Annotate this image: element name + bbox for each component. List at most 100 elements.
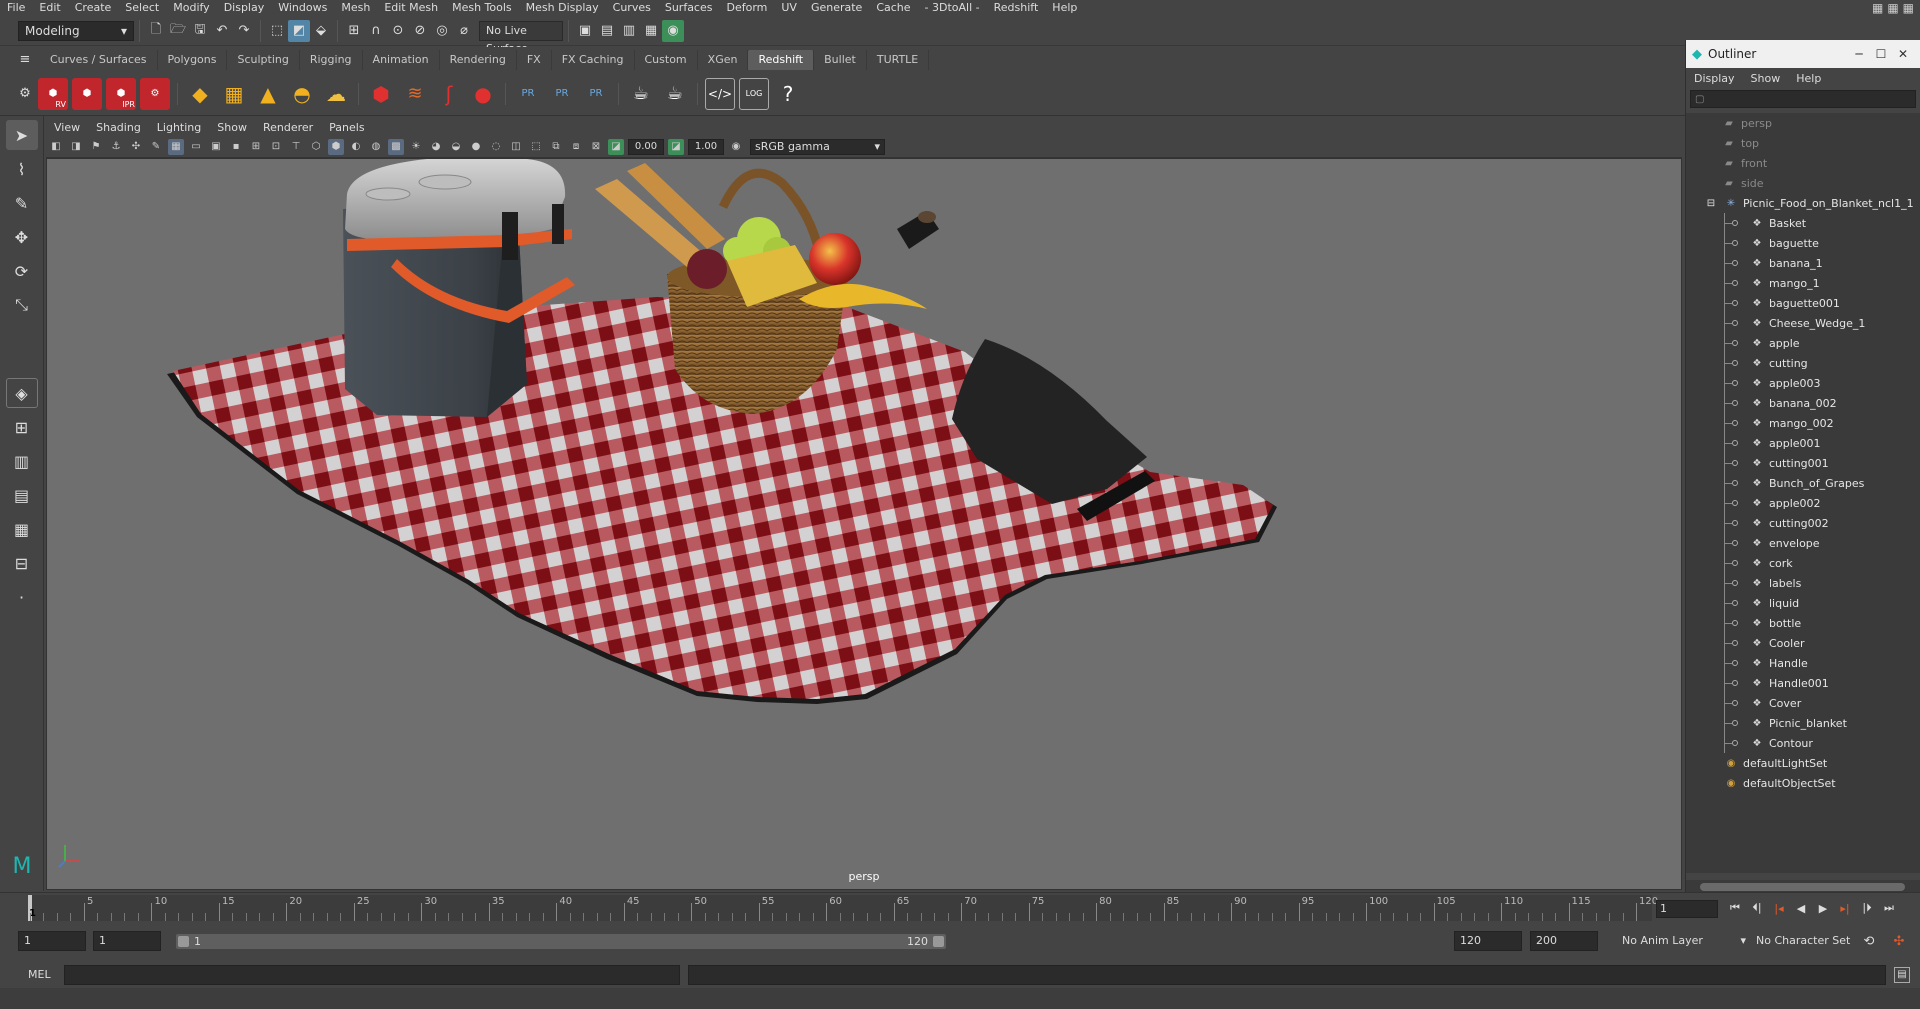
film-gate-icon[interactable]: ▭ — [188, 139, 204, 155]
select-hierarchy-icon[interactable]: ⬚ — [266, 20, 288, 42]
play-forward-icon[interactable]: ▶ — [1814, 899, 1832, 917]
expand-dot-icon[interactable] — [1732, 380, 1738, 386]
current-frame-field[interactable]: 1 — [1656, 900, 1718, 918]
outliner-filter-field[interactable]: ▢ — [1690, 90, 1916, 108]
expand-dot-icon[interactable] — [1732, 620, 1738, 626]
expand-dot-icon[interactable] — [1732, 220, 1738, 226]
depth-of-field-icon[interactable]: ◫ — [508, 139, 524, 155]
default-lighting-icon[interactable]: ◐ — [348, 139, 364, 155]
outliner-persp-layout-icon[interactable]: ▤ — [6, 480, 38, 510]
expand-dot-icon[interactable] — [1732, 580, 1738, 586]
expand-dot-icon[interactable] — [1732, 720, 1738, 726]
outliner-mesh-item[interactable]: ❖ Basket — [1686, 213, 1920, 233]
expand-dot-icon[interactable] — [1732, 400, 1738, 406]
outliner-mesh-item[interactable]: ❖ Cheese_Wedge_1 — [1686, 313, 1920, 333]
tab-rendering[interactable]: Rendering — [440, 49, 517, 70]
proxy-export-icon[interactable]: PR — [513, 78, 543, 110]
playback-start-field[interactable]: 1 — [93, 931, 161, 951]
exposure-field[interactable]: 0.00 — [628, 138, 664, 155]
outliner-mesh-item[interactable]: ❖ mango_1 — [1686, 273, 1920, 293]
exposure-icon[interactable]: ◪ — [608, 138, 624, 155]
menu-windows[interactable]: Windows — [271, 0, 334, 16]
more-layouts-icon[interactable]: · — [6, 582, 38, 612]
animation-start-field[interactable]: 1 — [18, 931, 86, 951]
visibility-properties-icon[interactable]: ☕ — [660, 78, 690, 110]
tab-turtle[interactable]: TURTLE — [867, 49, 930, 70]
object-properties-icon[interactable]: ☕ — [626, 78, 656, 110]
close-icon[interactable]: ✕ — [1892, 47, 1914, 61]
proxy-icon[interactable]: ʃ — [434, 78, 464, 110]
safe-action-icon[interactable]: ⊡ — [268, 139, 284, 155]
proxy-sync-icon[interactable]: PR — [581, 78, 611, 110]
outliner-mesh-item[interactable]: ❖ cutting — [1686, 353, 1920, 373]
tab-bullet[interactable]: Bullet — [814, 49, 867, 70]
outliner-mesh-item[interactable]: ❖ baguette — [1686, 233, 1920, 253]
redshift-render-settings-icon[interactable]: ⚙ — [140, 77, 170, 110]
menu-mesh[interactable]: Mesh — [334, 0, 377, 16]
render-settings-icon[interactable]: ▥ — [618, 20, 640, 42]
viewport-menu-show[interactable]: Show — [209, 121, 255, 134]
tab-custom[interactable]: Custom — [635, 49, 698, 70]
select-tool-icon[interactable]: ➤ — [5, 120, 38, 150]
tab-sculpting[interactable]: Sculpting — [227, 49, 300, 70]
redshift-render-sequence-icon[interactable]: ⬢ — [72, 77, 102, 110]
snap-grid-icon[interactable]: ⊞ — [343, 20, 365, 42]
range-start-handle[interactable] — [178, 936, 189, 947]
four-pane-layout-icon[interactable]: ⊞ — [6, 412, 38, 442]
x-ray-icon[interactable]: ⧉ — [548, 139, 564, 155]
resolution-gate-icon[interactable]: ▣ — [208, 139, 224, 155]
isolate-select-icon[interactable]: ⬚ — [528, 139, 544, 155]
ies-light-icon[interactable]: ▲ — [253, 78, 283, 110]
channel-box-icon[interactable]: ▦ — [1903, 1, 1914, 15]
layout-icon[interactable]: ▦ — [1887, 1, 1898, 15]
command-language-toggle[interactable]: MEL — [28, 968, 51, 981]
tab-fx[interactable]: FX — [517, 49, 552, 70]
sun-sky-icon[interactable]: ☁ — [321, 78, 351, 110]
new-scene-icon[interactable]: 🗋 — [145, 20, 167, 42]
menu-create[interactable]: Create — [68, 0, 119, 16]
outliner-mesh-item[interactable]: ❖ Handle — [1686, 653, 1920, 673]
menu-edit[interactable]: Edit — [32, 0, 67, 16]
outliner-mesh-item[interactable]: ❖ baguette001 — [1686, 293, 1920, 313]
hypershade-icon[interactable]: ▦ — [640, 20, 662, 42]
outliner-camera-item[interactable]: ▰ side — [1686, 173, 1920, 193]
menu-file[interactable]: File — [0, 0, 32, 16]
menu-display[interactable]: Display — [217, 0, 272, 16]
redshift-render-view-shelf-icon[interactable]: RV ⬢ — [38, 77, 68, 110]
time-ruler[interactable]: 1 5 10 15 20 25 30 35 40 45 50 55 60 65 70 75 80 85 90 95 1… — [28, 895, 1658, 921]
menu-redshift[interactable]: Redshift — [987, 0, 1046, 16]
expand-dot-icon[interactable] — [1732, 600, 1738, 606]
outliner-mesh-item[interactable]: ❖ Cooler — [1686, 633, 1920, 653]
grid-icon[interactable]: ▦ — [168, 138, 184, 155]
menu-3dtoall[interactable]: - 3DtoAll - — [918, 0, 987, 16]
outliner-mesh-item[interactable]: ❖ apple002 — [1686, 493, 1920, 513]
gate-mask-icon[interactable]: ▪ — [228, 139, 244, 155]
open-scene-icon[interactable]: 🗁 — [167, 20, 189, 42]
outliner-mesh-item[interactable]: ❖ liquid — [1686, 593, 1920, 613]
command-input[interactable] — [64, 965, 680, 985]
proxy-import-icon[interactable]: PR — [547, 78, 577, 110]
graph-layout-icon[interactable]: ▦ — [6, 514, 38, 544]
animation-end-field[interactable]: 200 — [1530, 931, 1598, 951]
expand-dot-icon[interactable] — [1732, 480, 1738, 486]
make-live-icon[interactable]: ⌀ — [453, 20, 475, 42]
viewport-menu-view[interactable]: View — [46, 121, 88, 134]
snap-surface-icon[interactable]: ◎ — [431, 20, 453, 42]
volume-icon[interactable]: ⬢ — [366, 78, 396, 110]
outliner-mesh-item[interactable]: ❖ mango_002 — [1686, 413, 1920, 433]
expand-dot-icon[interactable] — [1732, 420, 1738, 426]
image-plane-icon[interactable]: ⚓ — [108, 139, 124, 155]
material-ball-icon[interactable]: ● — [468, 78, 498, 110]
wireframe-icon[interactable]: ⬡ — [308, 139, 324, 155]
workspace-select[interactable]: Modeling ▾ — [18, 20, 134, 41]
tab-fx-caching[interactable]: FX Caching — [552, 49, 635, 70]
script-editor-icon[interactable]: ▤ — [1894, 967, 1910, 983]
dome-light-icon[interactable]: ◓ — [287, 78, 317, 110]
maximize-icon[interactable]: ☐ — [1870, 47, 1892, 61]
outliner-mesh-item[interactable]: ❖ Contour — [1686, 733, 1920, 753]
outliner-mesh-item[interactable]: ❖ cutting001 — [1686, 453, 1920, 473]
hypershade-layout-icon[interactable]: ⊟ — [6, 548, 38, 578]
expand-dot-icon[interactable] — [1732, 460, 1738, 466]
menu-generate[interactable]: Generate — [804, 0, 869, 16]
outliner-mesh-item[interactable]: ❖ Handle001 — [1686, 673, 1920, 693]
